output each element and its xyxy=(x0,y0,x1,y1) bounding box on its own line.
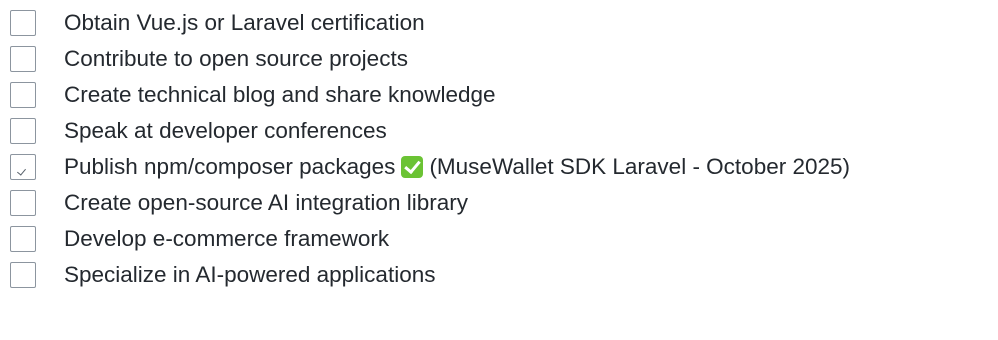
task-label: Specialize in AI-powered applications xyxy=(64,262,436,287)
task-list: Obtain Vue.js or Laravel certification C… xyxy=(0,0,998,340)
white-check-mark-emoji-icon xyxy=(401,156,424,178)
task-label-row: Publish npm/composer packages (MuseWalle… xyxy=(64,153,850,181)
task-label: Create technical blog and share knowledg… xyxy=(64,82,496,107)
task-label: Contribute to open source projects xyxy=(64,46,408,71)
task-checkbox[interactable] xyxy=(10,190,36,216)
task-checkbox[interactable] xyxy=(10,118,36,144)
task-label: Speak at developer conferences xyxy=(64,118,387,143)
task-label: Publish npm/composer packages xyxy=(64,154,396,179)
task-checkbox-checked[interactable] xyxy=(10,154,36,180)
task-checkbox[interactable] xyxy=(10,226,36,252)
task-checkbox[interactable] xyxy=(10,46,36,72)
task-label: Obtain Vue.js or Laravel certification xyxy=(64,10,425,35)
task-checkbox[interactable] xyxy=(10,10,36,36)
task-label: Develop e-commerce framework xyxy=(64,226,390,251)
task-label-suffix: (MuseWallet SDK Laravel - October 2025) xyxy=(429,154,851,179)
task-checkbox[interactable] xyxy=(10,262,36,288)
task-label: Create open-source AI integration librar… xyxy=(64,190,468,215)
task-checkbox[interactable] xyxy=(10,82,36,108)
